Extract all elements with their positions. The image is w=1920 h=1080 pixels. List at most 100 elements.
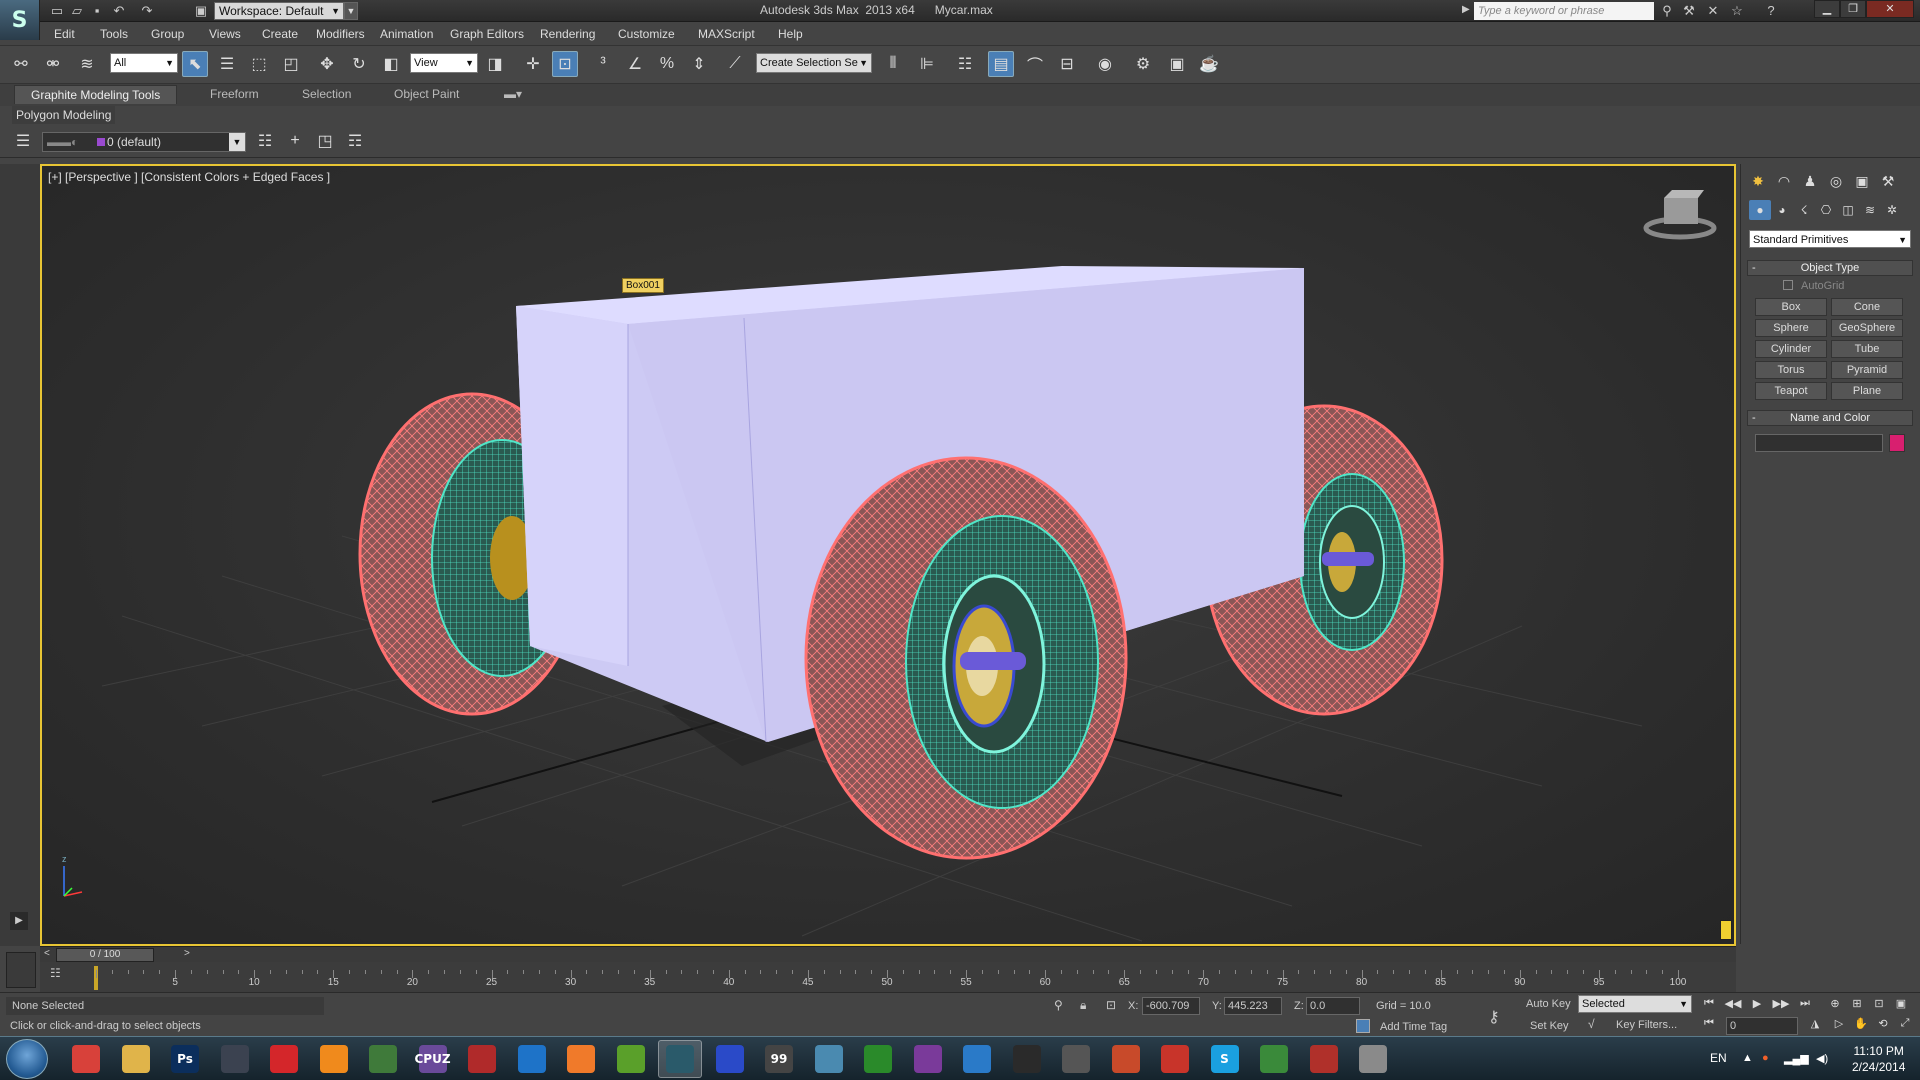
language-indicator[interactable]: EN [1710, 1051, 1727, 1065]
teapot-button[interactable]: Teapot [1755, 382, 1827, 400]
align-icon[interactable]: ⊫ [914, 51, 940, 77]
x-coordinate-field[interactable]: -600.709 [1142, 997, 1200, 1015]
taskbar-3dsmax-icon[interactable] [658, 1040, 702, 1078]
maximize-button[interactable]: ❐ [1840, 0, 1866, 18]
menu-create[interactable]: Create [262, 27, 298, 41]
taskbar-gpu-icon[interactable] [906, 1040, 950, 1078]
current-frame-field[interactable]: 0 [1726, 1017, 1798, 1035]
taskbar-xbox-icon[interactable] [856, 1040, 900, 1078]
rotate-icon[interactable]: ↻ [346, 51, 372, 77]
app-logo-icon[interactable]: S [0, 0, 40, 40]
add-to-layer-icon[interactable]: + [282, 128, 308, 154]
go-to-start-icon[interactable]: ⏮ [1700, 997, 1718, 1013]
key-icon[interactable]: ⚷ [1488, 1007, 1500, 1027]
edit-named-selection-icon[interactable]: ⟋ [722, 51, 748, 77]
help-icon[interactable]: ? [1762, 3, 1780, 19]
communication-icon[interactable]: ✕ [1704, 3, 1722, 19]
mini-curve-editor-toggle[interactable] [6, 952, 36, 988]
tray-arrow-icon[interactable]: ▲ [1742, 1052, 1753, 1064]
taskbar-spreadsheet-icon[interactable] [361, 1040, 405, 1078]
set-key-button[interactable]: Set Key [1530, 1020, 1569, 1032]
box-button[interactable]: Box [1755, 298, 1827, 316]
taskbar-skype-icon[interactable]: S [1203, 1040, 1247, 1078]
name-and-color-rollout[interactable]: - Name and Color [1747, 410, 1913, 426]
taskbar-clapper-icon[interactable] [1005, 1040, 1049, 1078]
viewport-nav-icon[interactable] [1720, 920, 1732, 940]
next-key-icon[interactable]: ▶▶ [1772, 997, 1790, 1013]
start-button[interactable] [6, 1039, 48, 1079]
window-crossing-icon[interactable]: ◰ [278, 51, 304, 77]
open-file-icon[interactable]: ▱ [68, 3, 86, 19]
geosphere-button[interactable]: GeoSphere [1831, 319, 1903, 337]
key-mode-toggle-icon[interactable]: ⏮ [1700, 1017, 1718, 1033]
pivot-center-icon[interactable]: ◨ [482, 51, 508, 77]
select-manipulate-icon[interactable]: ✛ [520, 51, 546, 77]
taskbar-photoshop-icon[interactable]: Ps [163, 1040, 207, 1078]
time-slider[interactable]: < 0 / 100 > [40, 946, 1736, 962]
selection-filter-dropdown[interactable]: All ▼ [110, 53, 178, 73]
percent-snap-icon[interactable]: % [654, 51, 680, 77]
render-production-icon[interactable]: ☕ [1196, 51, 1222, 77]
selection-lock-icon[interactable]: 🔒︎ [1080, 998, 1086, 1013]
tab-graphite-modeling-tools[interactable]: Graphite Modeling Tools [14, 85, 178, 104]
maximize-viewport-icon[interactable]: ⤢ [1896, 1017, 1914, 1033]
set-current-layer-icon[interactable]: ☶ [342, 128, 368, 154]
torus-button[interactable]: Torus [1755, 361, 1827, 379]
isolate-pin-icon[interactable]: ⚲ [1054, 998, 1063, 1012]
taskbar-bird2-icon[interactable] [1302, 1040, 1346, 1078]
graphite-toggle-icon[interactable]: ▤ [988, 51, 1014, 77]
material-editor-icon[interactable]: ◉ [1092, 51, 1118, 77]
redo-icon[interactable]: ↷ [138, 3, 156, 19]
previous-key-icon[interactable]: ◀◀ [1724, 997, 1742, 1013]
menu-animation[interactable]: Animation [380, 27, 433, 41]
taskbar-player-icon[interactable] [955, 1040, 999, 1078]
curve-editor-icon[interactable]: ⌒ [1022, 51, 1048, 77]
sphere-button[interactable]: Sphere [1755, 319, 1827, 337]
spinner-snap-icon[interactable]: ⇕ [686, 51, 712, 77]
next-frame-icon[interactable]: > [184, 948, 190, 959]
shapes-icon[interactable]: ◕ [1771, 200, 1793, 220]
keyboard-shortcut-override-icon[interactable]: ⊡ [552, 51, 578, 77]
scale-icon[interactable]: ◧ [378, 51, 404, 77]
cylinder-button[interactable]: Cylinder [1755, 340, 1827, 358]
angle-snap-icon[interactable]: ∠ [622, 51, 648, 77]
taskbar-stripes-icon[interactable] [460, 1040, 504, 1078]
network-icon[interactable]: ▂▄▆ [1784, 1052, 1809, 1065]
play-icon[interactable]: ▶ [1748, 997, 1766, 1013]
space-warps-icon[interactable]: ≋ [1859, 200, 1881, 220]
tab-freeform[interactable]: Freeform [210, 87, 259, 101]
search-input[interactable]: Type a keyword or phrase [1474, 2, 1654, 20]
systems-icon[interactable]: ✲ [1881, 200, 1903, 220]
menu-graph-editors[interactable]: Graph Editors [450, 27, 524, 41]
curve-icon[interactable]: √ [1588, 1017, 1595, 1031]
subscription-icon[interactable]: ⚒ [1680, 3, 1698, 19]
menu-modifiers[interactable]: Modifiers [316, 27, 365, 41]
object-name-input[interactable] [1755, 434, 1883, 452]
taskbar-steam-icon[interactable] [213, 1040, 257, 1078]
zoom-extents-icon[interactable]: ⊡ [1870, 997, 1888, 1013]
taskbar-utorrent-icon[interactable] [609, 1040, 653, 1078]
pyramid-button[interactable]: Pyramid [1831, 361, 1903, 379]
orbit-icon[interactable]: ⟲ [1874, 1017, 1892, 1033]
named-selection-dropdown[interactable]: Create Selection Se ▼ [756, 53, 872, 73]
cameras-icon[interactable]: ⎔ [1815, 200, 1837, 220]
menu-views[interactable]: Views [209, 27, 241, 41]
menu-maxscript[interactable]: MAXScript [698, 27, 755, 41]
menu-tools[interactable]: Tools [100, 27, 128, 41]
primitive-category-dropdown[interactable]: Standard Primitives ▼ [1749, 230, 1911, 248]
lights-icon[interactable]: ☇ [1793, 200, 1815, 220]
menu-group[interactable]: Group [151, 27, 184, 41]
taskbar-chart-icon[interactable] [1252, 1040, 1296, 1078]
geometry-icon[interactable]: ● [1749, 200, 1771, 220]
rendered-frame-icon[interactable]: ▣ [1164, 51, 1190, 77]
auto-key-button[interactable]: Auto Key [1526, 998, 1571, 1010]
search-expand-icon[interactable]: ▶ [1462, 4, 1470, 15]
curve-editor-mini-icon[interactable]: ☷ [50, 966, 72, 982]
menu-customize[interactable]: Customize [618, 27, 675, 41]
workspace-dropdown[interactable]: Workspace: Default ▼ [214, 2, 344, 20]
time-tag-icon[interactable] [1356, 1019, 1370, 1033]
expand-panel-icon[interactable]: ▶ [10, 912, 28, 930]
zoom-all-icon[interactable]: ⊞ [1848, 997, 1866, 1013]
taskbar-bird-icon[interactable] [1104, 1040, 1148, 1078]
ribbon-options-icon[interactable]: ▬▾ [504, 87, 522, 101]
